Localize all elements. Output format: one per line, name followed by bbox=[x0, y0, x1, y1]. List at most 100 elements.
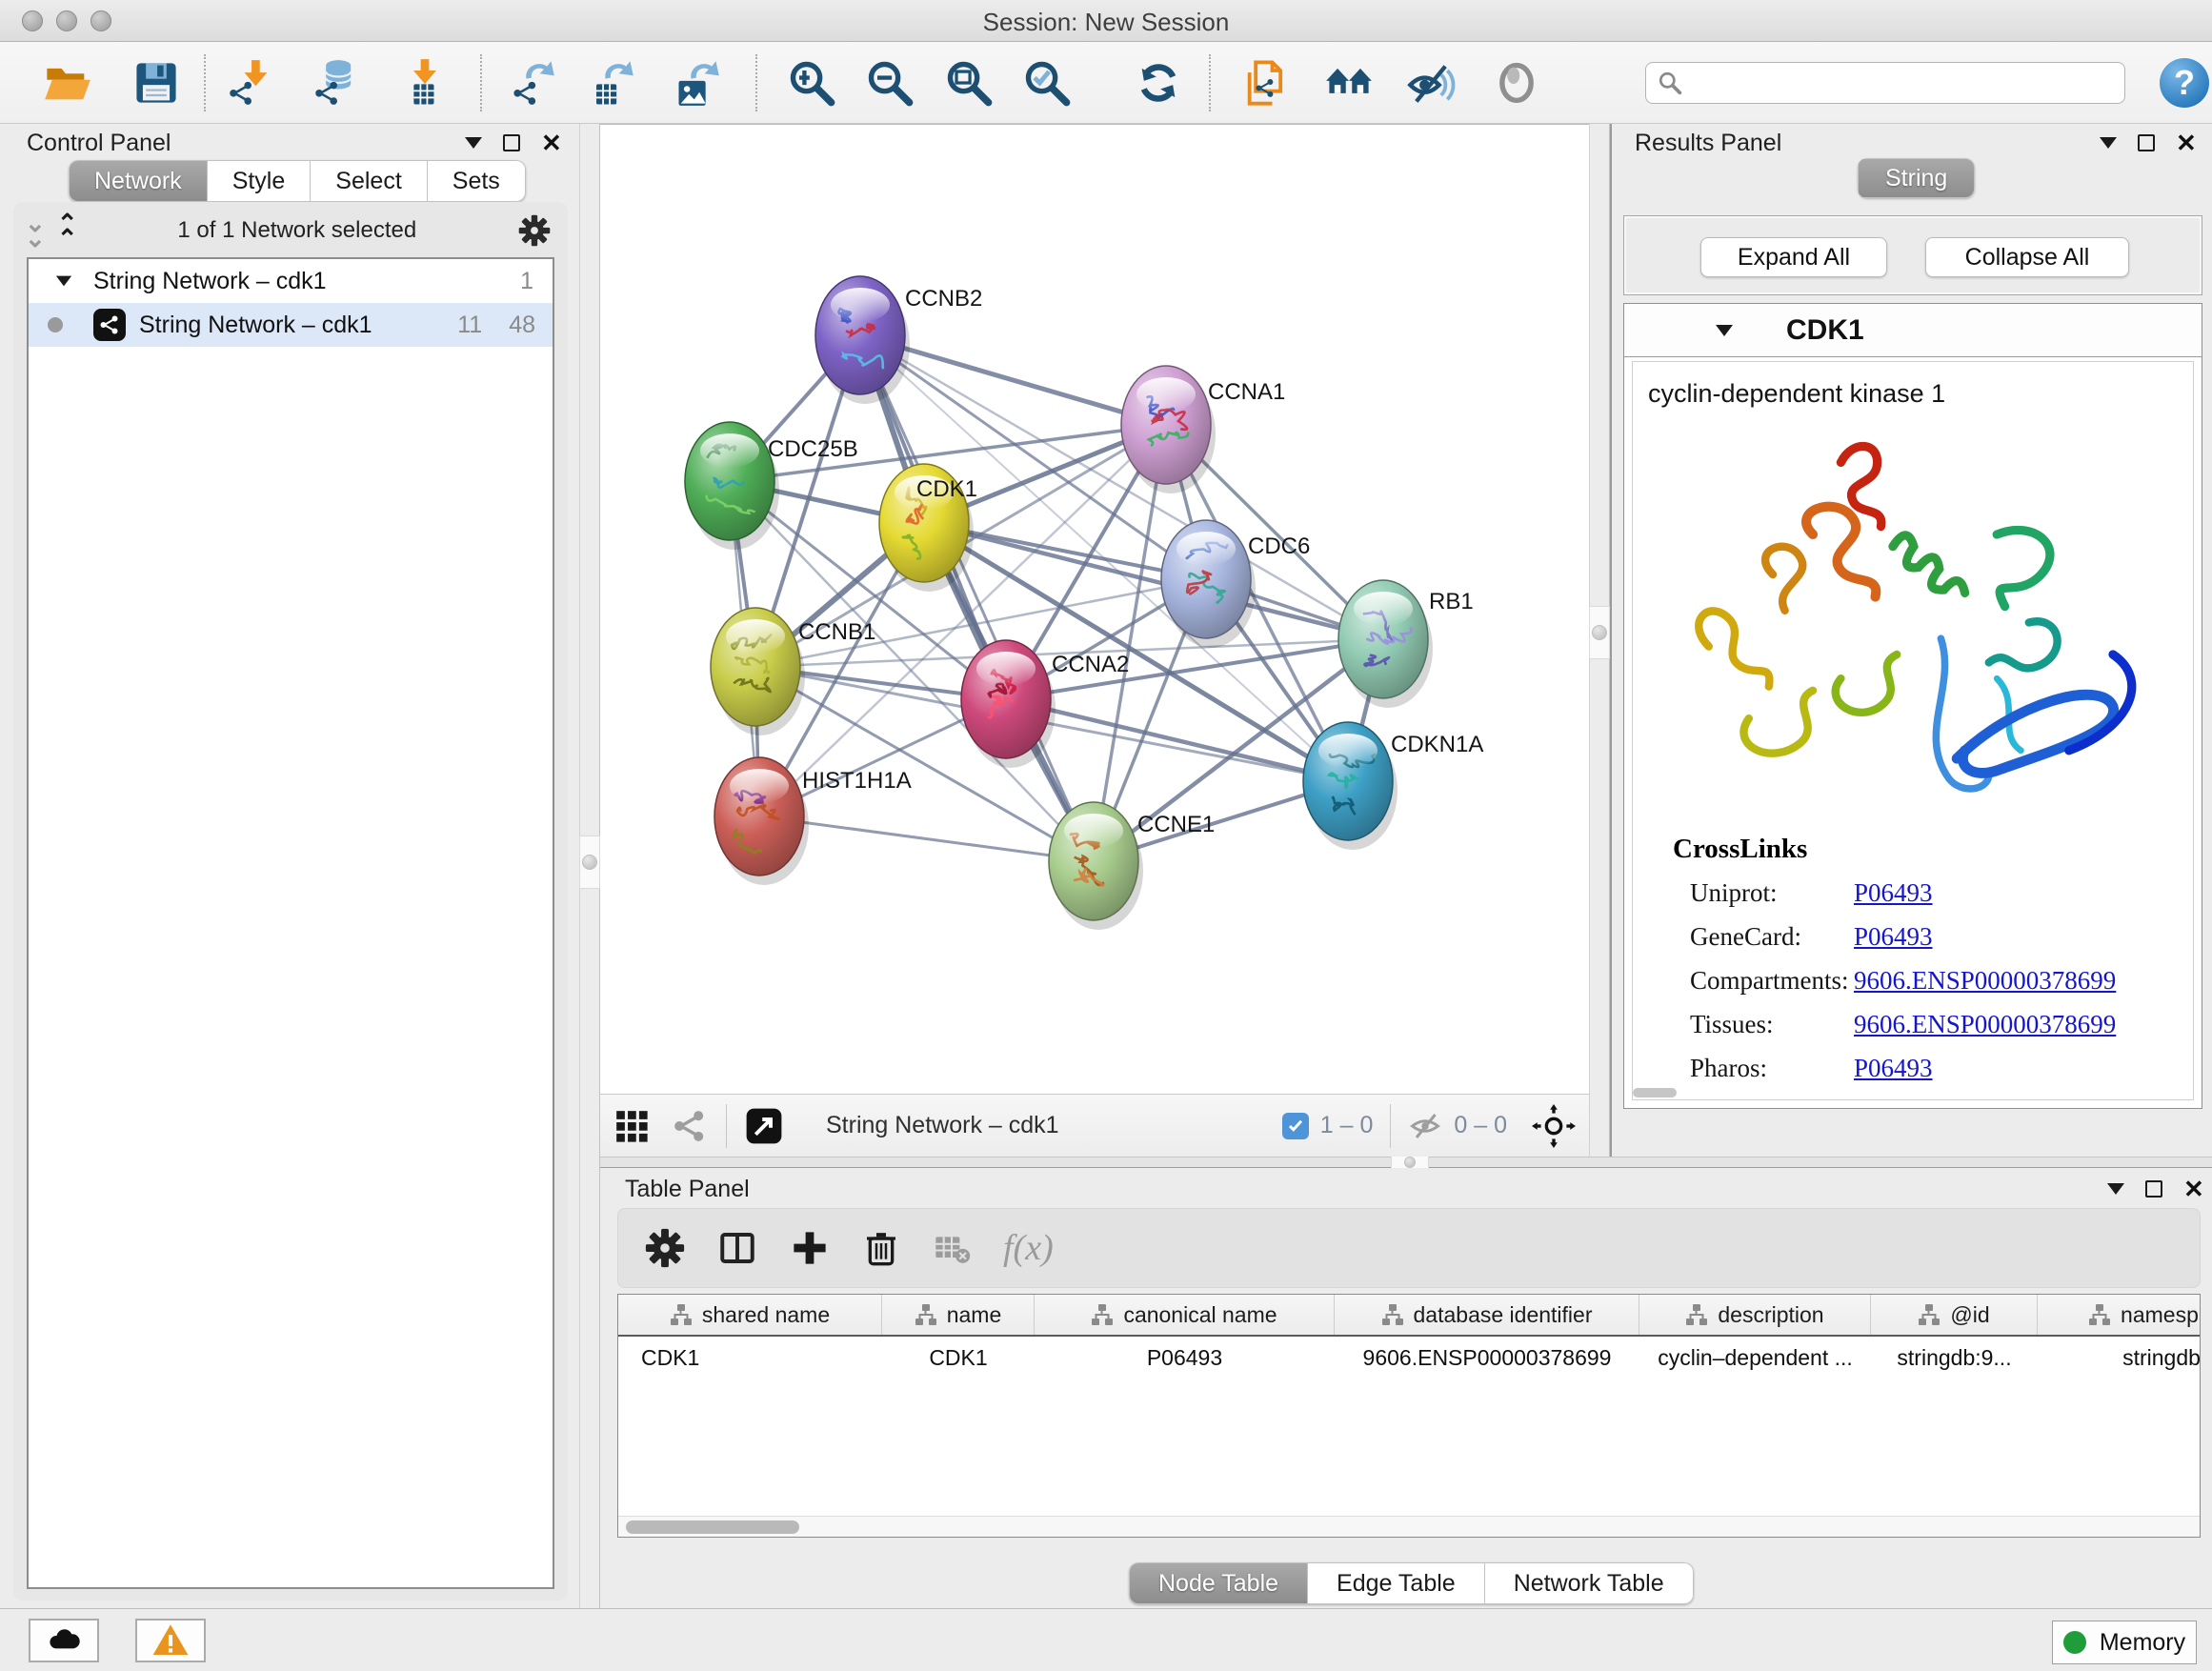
column-header--id[interactable]: @id bbox=[1871, 1295, 2038, 1335]
tab-node-table[interactable]: Node Table bbox=[1129, 1562, 1308, 1604]
crosslink-link[interactable]: P06493 bbox=[1854, 1054, 1933, 1083]
tab-network[interactable]: Network bbox=[69, 160, 208, 202]
import-table-icon[interactable] bbox=[398, 56, 452, 110]
section-collapse-icon[interactable] bbox=[1716, 325, 1733, 336]
left-splitter-handle[interactable] bbox=[579, 836, 600, 889]
close-panel-icon[interactable]: ✕ bbox=[2176, 133, 2197, 152]
float-panel-icon[interactable] bbox=[2138, 134, 2155, 151]
results-scrollbar-thumb[interactable] bbox=[1633, 1088, 1677, 1097]
refresh-icon[interactable] bbox=[1132, 56, 1185, 110]
zoom-in-icon[interactable] bbox=[785, 56, 838, 110]
tab-select[interactable]: Select bbox=[311, 160, 427, 202]
column-header-database-identifier[interactable]: database identifier bbox=[1335, 1295, 1639, 1335]
network-node-ccnb1[interactable]: CCNB1 bbox=[711, 608, 875, 735]
show-columns-icon[interactable] bbox=[717, 1228, 757, 1268]
hide-graphics-details-icon[interactable] bbox=[1404, 56, 1458, 110]
table-cell[interactable]: CDK1 bbox=[882, 1345, 1035, 1371]
float-panel-icon[interactable] bbox=[2145, 1180, 2162, 1198]
network-graph[interactable]: CCNB2CCNA1CDC25BCDK1CDC6RB1CCNB1CCNA2CDK… bbox=[600, 125, 1589, 1095]
column-header-canonical-name[interactable]: canonical name bbox=[1035, 1295, 1335, 1335]
tab-string[interactable]: String bbox=[1858, 158, 1975, 198]
network-node-cdkn1a[interactable]: CDKN1A bbox=[1303, 722, 1483, 850]
home-icon[interactable] bbox=[1322, 56, 1376, 110]
tab-network-table[interactable]: Network Table bbox=[1485, 1562, 1694, 1604]
function-builder-icon[interactable]: f(x) bbox=[1003, 1227, 1054, 1269]
zoom-fit-icon[interactable] bbox=[942, 56, 995, 110]
import-network-database-icon[interactable] bbox=[310, 56, 363, 110]
help-button[interactable]: ? bbox=[2160, 58, 2209, 108]
network-row[interactable]: String Network – cdk1 11 48 bbox=[29, 303, 553, 347]
add-column-icon[interactable] bbox=[790, 1228, 830, 1268]
open-session-icon[interactable] bbox=[41, 56, 94, 110]
collection-expand-icon[interactable] bbox=[56, 276, 71, 287]
table-cell[interactable]: P06493 bbox=[1035, 1345, 1335, 1371]
delete-table-icon[interactable] bbox=[933, 1229, 971, 1267]
right-splitter-handle[interactable] bbox=[1589, 606, 1610, 659]
crosslink-link[interactable]: P06493 bbox=[1854, 922, 1933, 952]
column-header-shared-name[interactable]: shared name bbox=[618, 1295, 882, 1335]
column-header-namespace[interactable]: namespace bbox=[2038, 1295, 2201, 1335]
network-collection-row[interactable]: String Network – cdk1 1 bbox=[29, 259, 553, 303]
network-node-ccna1[interactable]: CCNA1 bbox=[1121, 366, 1285, 493]
table-cell[interactable]: CDK1 bbox=[618, 1345, 882, 1371]
fit-content-crosshair-icon[interactable] bbox=[1532, 1104, 1576, 1148]
network-node-cdk1[interactable]: CDK1 bbox=[879, 464, 977, 592]
expand-all-networks-icon[interactable]: ⌃⌃ bbox=[57, 215, 76, 246]
network-node-cdc25b[interactable]: CDC25B bbox=[685, 422, 858, 550]
network-options-gear-icon[interactable] bbox=[518, 214, 551, 247]
horizontal-splitter[interactable] bbox=[600, 1157, 2212, 1168]
table-hscrollbar-thumb[interactable] bbox=[626, 1520, 799, 1534]
network-node-rb1[interactable]: RB1 bbox=[1338, 580, 1474, 708]
left-splitter[interactable] bbox=[579, 124, 600, 1608]
tab-edge-table[interactable]: Edge Table bbox=[1308, 1562, 1485, 1604]
network-canvas[interactable]: CCNB2CCNA1CDC25BCDK1CDC6RB1CCNB1CCNA2CDK… bbox=[600, 124, 1589, 1094]
tab-sets[interactable]: Sets bbox=[428, 160, 526, 202]
collapse-all-networks-icon[interactable]: ⌄⌄ bbox=[25, 215, 44, 246]
close-panel-icon[interactable]: ✕ bbox=[541, 133, 562, 152]
edge-ccna2-cdkn1a[interactable] bbox=[1006, 699, 1348, 781]
network-node-ccne1[interactable]: CCNE1 bbox=[1049, 802, 1215, 930]
panel-menu-icon[interactable] bbox=[2100, 137, 2117, 149]
memory-button[interactable]: Memory bbox=[2052, 1621, 2197, 1664]
table-cell[interactable]: cyclin–dependent ... bbox=[1639, 1345, 1871, 1371]
table-cell[interactable]: 9606.ENSP00000378699 bbox=[1335, 1345, 1639, 1371]
hidden-elements-icon[interactable] bbox=[1408, 1109, 1442, 1143]
grid-view-icon[interactable] bbox=[613, 1108, 650, 1144]
expand-all-button[interactable]: Expand All bbox=[1700, 237, 1887, 277]
zoom-out-icon[interactable] bbox=[863, 56, 916, 110]
detach-view-icon[interactable] bbox=[744, 1106, 784, 1146]
show-graphics-icon[interactable] bbox=[1490, 56, 1543, 110]
birdseye-view-icon[interactable] bbox=[671, 1107, 709, 1145]
warnings-button[interactable] bbox=[135, 1619, 206, 1662]
right-splitter[interactable] bbox=[1589, 124, 1610, 1157]
table-options-gear-icon[interactable] bbox=[645, 1228, 685, 1268]
network-node-ccnb2[interactable]: CCNB2 bbox=[815, 276, 982, 404]
zoom-selected-icon[interactable] bbox=[1020, 56, 1074, 110]
network-node-hist1h1a[interactable]: HIST1H1A bbox=[714, 757, 912, 885]
crosslink-link[interactable]: P06493 bbox=[1854, 878, 1933, 908]
edge-hist1h1a-ccne1[interactable] bbox=[759, 816, 1094, 861]
table-hscrollbar[interactable] bbox=[618, 1516, 2200, 1537]
search-input[interactable] bbox=[1645, 62, 2125, 104]
cdk1-card-header[interactable]: CDK1 bbox=[1624, 304, 2202, 357]
crosslink-link[interactable]: 9606.ENSP00000378699 bbox=[1854, 966, 2116, 996]
panel-menu-icon[interactable] bbox=[2107, 1183, 2124, 1195]
float-panel-icon[interactable] bbox=[503, 134, 520, 151]
export-network-icon[interactable] bbox=[506, 56, 559, 110]
export-table-icon[interactable] bbox=[585, 56, 638, 110]
selected-nodes-checkbox-icon[interactable] bbox=[1282, 1113, 1309, 1139]
panel-menu-icon[interactable] bbox=[465, 137, 482, 149]
import-network-icon[interactable] bbox=[224, 56, 277, 110]
save-session-icon[interactable] bbox=[130, 56, 183, 110]
cloud-status-button[interactable] bbox=[29, 1619, 99, 1662]
table-cell[interactable]: stringdb bbox=[2038, 1345, 2201, 1371]
column-header-name[interactable]: name bbox=[882, 1295, 1035, 1335]
table-row[interactable]: CDK1CDK1P064939606.ENSP00000378699cyclin… bbox=[618, 1337, 2201, 1379]
collapse-all-button[interactable]: Collapse All bbox=[1925, 237, 2129, 277]
close-panel-icon[interactable]: ✕ bbox=[2183, 1179, 2204, 1198]
table-cell[interactable]: stringdb:9... bbox=[1871, 1345, 2038, 1371]
export-image-icon[interactable] bbox=[671, 56, 724, 110]
tab-style[interactable]: Style bbox=[208, 160, 312, 202]
clone-network-icon[interactable] bbox=[1239, 56, 1293, 110]
column-header-description[interactable]: description bbox=[1639, 1295, 1871, 1335]
